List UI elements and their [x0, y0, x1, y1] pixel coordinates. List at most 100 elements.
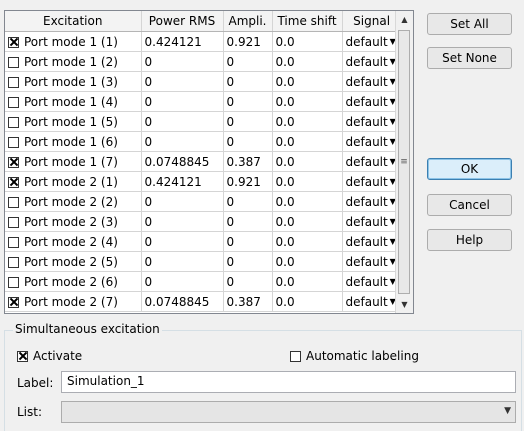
ampli-cell[interactable]: 0.921	[222, 31, 273, 52]
column-header-ampli[interactable]: Ampli.	[222, 11, 273, 32]
ampli-cell[interactable]: 0	[222, 271, 273, 292]
automatic-labeling-checkbox[interactable]	[290, 350, 301, 362]
table-row[interactable]: Port mode 1 (4) 0 0 0.0 default ▼	[5, 91, 402, 112]
signal-cell[interactable]: default ▼	[341, 251, 402, 272]
excitation-cell[interactable]: Port mode 2 (6)	[5, 271, 142, 292]
excitation-cell[interactable]: Port mode 1 (5)	[5, 111, 142, 132]
time-shift-cell[interactable]: 0.0	[271, 231, 343, 252]
table-row[interactable]: Port mode 2 (2) 0 0 0.0 default ▼	[5, 191, 402, 212]
power-rms-cell[interactable]: 0.424121	[140, 31, 224, 52]
excitation-checkbox[interactable]	[8, 256, 19, 268]
excitation-checkbox[interactable]	[8, 136, 19, 148]
excitation-cell[interactable]: Port mode 1 (4)	[5, 91, 142, 112]
excitation-cell[interactable]: Port mode 2 (2)	[5, 191, 142, 212]
ampli-cell[interactable]: 0.387	[222, 151, 273, 172]
list-dropdown[interactable]: ▼	[61, 401, 516, 423]
excitation-checkbox[interactable]	[8, 76, 19, 88]
table-row[interactable]: Port mode 1 (5) 0 0 0.0 default ▼	[5, 111, 402, 132]
table-row[interactable]: Port mode 1 (1) 0.424121 0.921 0.0 default ▼	[5, 31, 402, 52]
excitation-checkbox[interactable]	[8, 216, 19, 228]
excitation-cell[interactable]: Port mode 2 (3)	[5, 211, 142, 232]
signal-cell[interactable]: default ▼	[341, 171, 402, 192]
table-row[interactable]: Port mode 2 (5) 0 0 0.0 default ▼	[5, 251, 402, 272]
signal-cell[interactable]: default ▼	[341, 151, 402, 172]
ampli-cell[interactable]: 0	[222, 231, 273, 252]
power-rms-cell[interactable]: 0.0748845	[140, 151, 224, 172]
excitation-checkbox[interactable]	[8, 116, 19, 128]
power-rms-cell[interactable]: 0	[140, 111, 224, 132]
signal-cell[interactable]: default ▼	[341, 111, 402, 132]
ampli-cell[interactable]: 0	[222, 71, 273, 92]
time-shift-cell[interactable]: 0.0	[271, 31, 343, 52]
scroll-up-arrow-icon[interactable]: ▲	[396, 11, 413, 28]
time-shift-cell[interactable]: 0.0	[271, 51, 343, 72]
excitation-cell[interactable]: Port mode 1 (6)	[5, 131, 142, 152]
time-shift-cell[interactable]: 0.0	[271, 71, 343, 92]
signal-cell[interactable]: default ▼	[341, 51, 402, 72]
signal-cell[interactable]: default ▼	[341, 191, 402, 212]
power-rms-cell[interactable]: 0	[140, 231, 224, 252]
excitation-checkbox[interactable]	[8, 36, 19, 48]
time-shift-cell[interactable]: 0.0	[271, 291, 343, 312]
set-none-button[interactable]: Set None	[427, 47, 512, 69]
excitation-cell[interactable]: Port mode 2 (7)	[5, 291, 142, 312]
ampli-cell[interactable]: 0.387	[222, 291, 273, 312]
table-row[interactable]: Port mode 1 (2) 0 0 0.0 default ▼	[5, 51, 402, 72]
excitation-cell[interactable]: Port mode 2 (1)	[5, 171, 142, 192]
excitation-cell[interactable]: Port mode 1 (2)	[5, 51, 142, 72]
signal-cell[interactable]: default ▼	[341, 131, 402, 152]
excitation-cell[interactable]: Port mode 1 (1)	[5, 31, 142, 52]
help-button[interactable]: Help	[427, 229, 512, 251]
signal-cell[interactable]: default ▼	[341, 271, 402, 292]
ampli-cell[interactable]: 0.921	[222, 171, 273, 192]
power-rms-cell[interactable]: 0.424121	[140, 171, 224, 192]
power-rms-cell[interactable]: 0	[140, 271, 224, 292]
table-row[interactable]: Port mode 1 (6) 0 0 0.0 default ▼	[5, 131, 402, 152]
ampli-cell[interactable]: 0	[222, 51, 273, 72]
excitation-cell[interactable]: Port mode 1 (7)	[5, 151, 142, 172]
power-rms-cell[interactable]: 0	[140, 71, 224, 92]
power-rms-cell[interactable]: 0	[140, 131, 224, 152]
activate-checkbox-row[interactable]: Activate	[17, 349, 82, 363]
excitation-cell[interactable]: Port mode 2 (4)	[5, 231, 142, 252]
time-shift-cell[interactable]: 0.0	[271, 171, 343, 192]
ampli-cell[interactable]: 0	[222, 91, 273, 112]
signal-cell[interactable]: default ▼	[341, 211, 402, 232]
time-shift-cell[interactable]: 0.0	[271, 271, 343, 292]
excitation-checkbox[interactable]	[8, 56, 19, 68]
ampli-cell[interactable]: 0	[222, 211, 273, 232]
excitation-checkbox[interactable]	[8, 296, 19, 308]
time-shift-cell[interactable]: 0.0	[271, 211, 343, 232]
power-rms-cell[interactable]: 0	[140, 251, 224, 272]
signal-cell[interactable]: default ▼	[341, 291, 402, 312]
power-rms-cell[interactable]: 0	[140, 211, 224, 232]
excitation-cell[interactable]: Port mode 1 (3)	[5, 71, 142, 92]
ampli-cell[interactable]: 0	[222, 251, 273, 272]
column-header-power-rms[interactable]: Power RMS	[140, 11, 224, 32]
ampli-cell[interactable]: 0	[222, 191, 273, 212]
signal-cell[interactable]: default ▼	[341, 231, 402, 252]
excitation-checkbox[interactable]	[8, 196, 19, 208]
ampli-cell[interactable]: 0	[222, 131, 273, 152]
excitation-checkbox[interactable]	[8, 276, 19, 288]
label-input[interactable]: Simulation_1	[61, 371, 516, 393]
time-shift-cell[interactable]: 0.0	[271, 131, 343, 152]
time-shift-cell[interactable]: 0.0	[271, 191, 343, 212]
cancel-button[interactable]: Cancel	[427, 194, 512, 216]
ampli-cell[interactable]: 0	[222, 111, 273, 132]
automatic-labeling-row[interactable]: Automatic labeling	[290, 349, 419, 363]
column-header-time-shift[interactable]: Time shift	[271, 11, 343, 32]
time-shift-cell[interactable]: 0.0	[271, 151, 343, 172]
signal-cell[interactable]: default ▼	[341, 71, 402, 92]
signal-cell[interactable]: default ▼	[341, 91, 402, 112]
power-rms-cell[interactable]: 0	[140, 51, 224, 72]
set-all-button[interactable]: Set All	[427, 13, 512, 35]
time-shift-cell[interactable]: 0.0	[271, 251, 343, 272]
excitation-checkbox[interactable]	[8, 96, 19, 108]
table-vertical-scrollbar[interactable]: ▲ ≡ ▼	[395, 11, 413, 313]
excitation-checkbox[interactable]	[8, 156, 19, 168]
ok-button[interactable]: OK	[427, 158, 512, 180]
excitation-table[interactable]: Excitation Power RMS Ampli. Time shift S…	[4, 10, 414, 314]
table-row[interactable]: Port mode 2 (7) 0.0748845 0.387 0.0 default ▼	[5, 291, 402, 312]
table-row[interactable]: Port mode 1 (7) 0.0748845 0.387 0.0 default ▼	[5, 151, 402, 172]
